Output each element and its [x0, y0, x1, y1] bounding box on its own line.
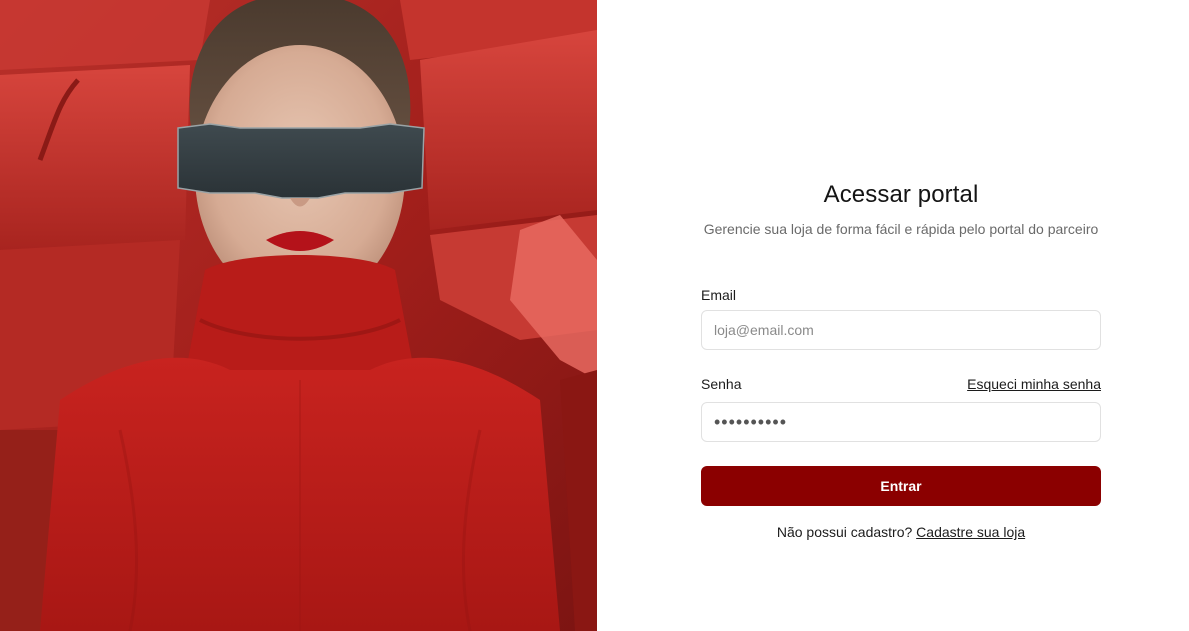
login-panel: Acessar portal Gerencie sua loja de form…	[597, 0, 1189, 631]
email-label: Email	[701, 287, 737, 303]
page-subtitle: Gerencie sua loja de forma fácil e rápid…	[703, 221, 1099, 237]
login-button[interactable]: Entrar	[701, 466, 1101, 506]
login-page: Acessar portal Gerencie sua loja de form…	[0, 0, 1189, 631]
password-label: Senha	[701, 376, 742, 392]
hero-illustration	[0, 0, 597, 631]
signup-prompt: Não possui cadastro? Cadastre sua loja	[701, 524, 1101, 540]
page-title: Acessar portal	[823, 181, 979, 208]
signup-link[interactable]: Cadastre sua loja	[916, 524, 1025, 540]
hero-image	[0, 0, 597, 631]
signup-prompt-text: Não possui cadastro?	[776, 524, 917, 540]
email-input[interactable]	[701, 310, 1101, 350]
forgot-password-link[interactable]: Esqueci minha senha	[967, 376, 1101, 392]
password-input[interactable]	[701, 402, 1101, 442]
